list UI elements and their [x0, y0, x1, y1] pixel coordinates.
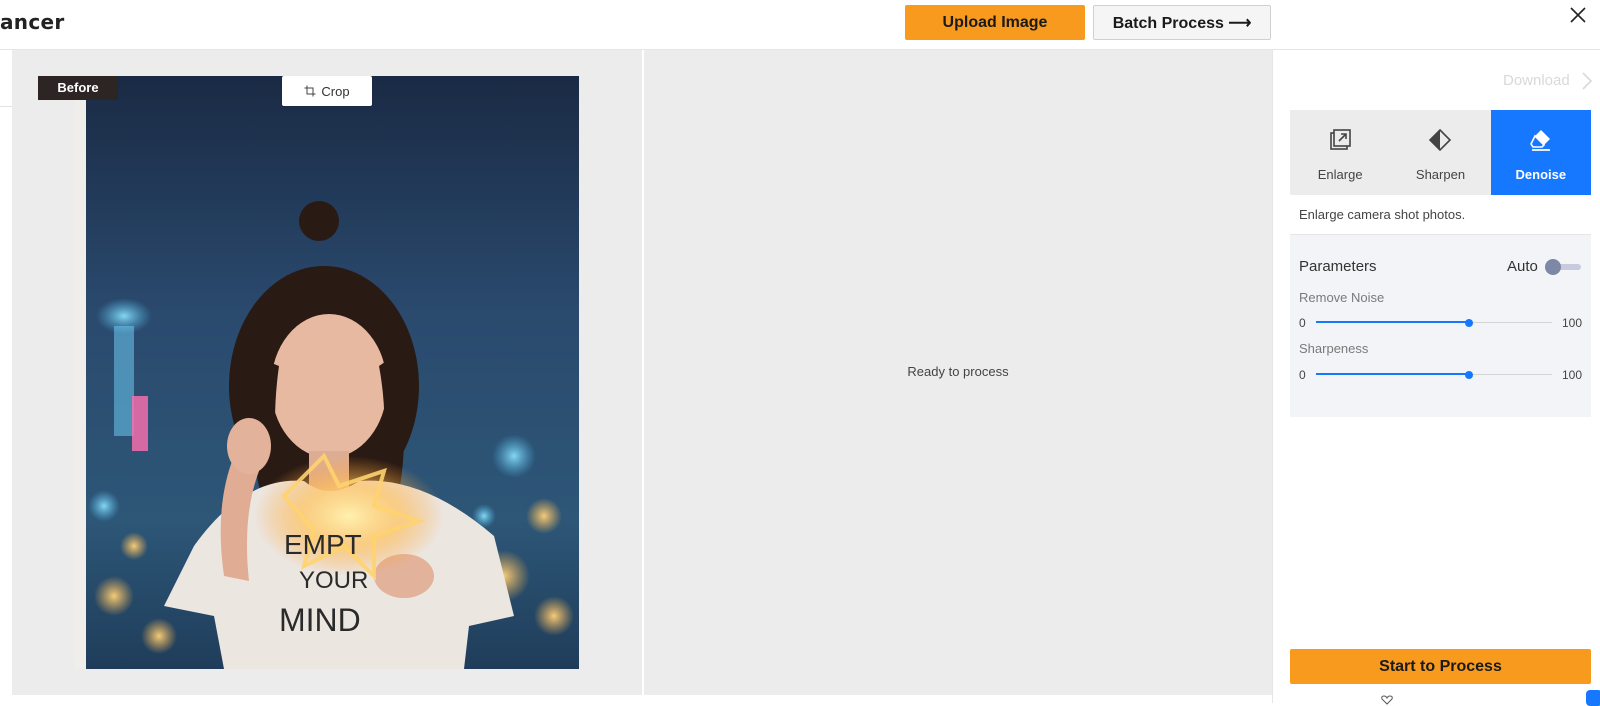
chevron-right-icon[interactable]: [1580, 72, 1594, 90]
start-process-button[interactable]: Start to Process: [1290, 649, 1591, 684]
shirt-text-line: YOUR: [299, 567, 368, 594]
toggle-knob: [1545, 259, 1561, 275]
before-photo: EMPT YOUR MIND: [74, 76, 579, 669]
close-icon[interactable]: [1566, 4, 1590, 28]
chat-widget-icon[interactable]: [1586, 690, 1600, 706]
divider: [0, 106, 12, 107]
heart-icon: [1381, 695, 1393, 705]
batch-process-button[interactable]: Batch Process ⟶: [1093, 5, 1271, 40]
remove-noise-slider[interactable]: [1316, 316, 1552, 330]
upload-image-button[interactable]: Upload Image: [905, 5, 1085, 40]
tab-enlarge[interactable]: Enlarge: [1290, 110, 1390, 195]
top-bar: ancer Upload Image Batch Process ⟶: [0, 0, 1600, 50]
mode-description: Enlarge camera shot photos.: [1299, 207, 1466, 222]
tab-label: Enlarge: [1317, 167, 1363, 182]
crop-button[interactable]: Crop: [282, 76, 372, 106]
before-label: Before: [38, 76, 118, 100]
bottom-bar: [12, 695, 1272, 703]
parameters-title: Parameters: [1299, 258, 1377, 275]
after-pane: Ready to process: [644, 50, 1272, 695]
tab-denoise[interactable]: Denoise: [1490, 110, 1591, 195]
slider-fill: [1316, 373, 1470, 375]
crop-icon: [304, 85, 316, 97]
parameters-panel: Parameters Auto Remove Noise 0 100 Sharp…: [1290, 234, 1591, 417]
workspace: EMPT YOUR MIND Before Crop Ready to proc…: [12, 50, 1272, 695]
arrow-right-icon: ⟶: [1228, 14, 1252, 32]
sharpen-icon: [1429, 128, 1452, 152]
download-link[interactable]: Download: [1503, 72, 1570, 89]
left-edge-panel: [0, 50, 12, 703]
slider-max: 100: [1562, 316, 1583, 330]
shirt-text-line: EMPT: [284, 529, 362, 560]
shirt-text-line: MIND: [279, 602, 361, 638]
batch-process-label: Batch Process: [1112, 14, 1224, 32]
eraser-icon: [1529, 130, 1550, 151]
auto-label: Auto: [1507, 258, 1538, 275]
slider-fill: [1316, 321, 1470, 323]
mode-tabs: Enlarge Sharpen Denoise: [1290, 110, 1591, 195]
crop-label: Crop: [321, 83, 350, 99]
status-text: Ready to process: [907, 364, 1009, 379]
app-title: ancer: [0, 10, 65, 34]
auto-toggle[interactable]: [1545, 258, 1583, 276]
slider-label: Sharpeness: [1299, 341, 1369, 356]
slider-thumb[interactable]: [1465, 371, 1474, 379]
tab-label: Sharpen: [1415, 167, 1466, 182]
slider-min: 0: [1299, 316, 1306, 330]
before-pane: EMPT YOUR MIND Before Crop: [12, 50, 642, 695]
tab-sharpen[interactable]: Sharpen: [1390, 110, 1490, 195]
sharpeness-slider[interactable]: [1316, 368, 1552, 382]
enlarge-icon: [1330, 129, 1351, 150]
slider-thumb[interactable]: [1465, 319, 1474, 327]
slider-max: 100: [1562, 368, 1583, 382]
slider-label: Remove Noise: [1299, 290, 1385, 305]
slider-min: 0: [1299, 368, 1306, 382]
tab-label: Denoise: [1515, 167, 1567, 182]
